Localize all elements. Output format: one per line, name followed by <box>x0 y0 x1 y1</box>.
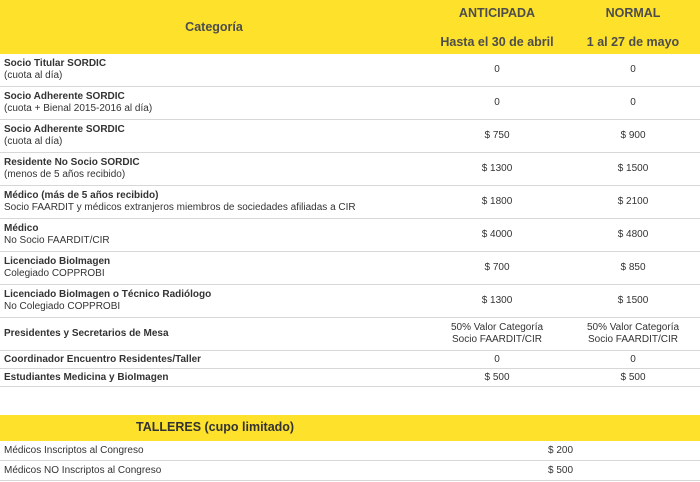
price-normal: $ 1500 <box>566 152 700 186</box>
category-cell: Presidentes y Secretarios de Mesa <box>0 317 428 351</box>
taller-label: Médicos Inscriptos al Congreso <box>0 441 548 461</box>
taller-price: $ 500 <box>548 460 700 481</box>
table-row: Médicos Inscriptos al Congreso $ 200 <box>0 441 700 461</box>
price-anticipada: $ 1300 <box>428 284 566 318</box>
taller-label: Médicos NO Inscriptos al Congreso <box>0 460 548 481</box>
category-subtitle: No Colegiado COPPROBI <box>4 301 121 312</box>
table-header: Categoría ANTICIPADA Hasta el 30 de abri… <box>0 0 700 54</box>
price-normal-line2: Socio FAARDIT/CIR <box>587 334 679 345</box>
category-cell: Residente No Socio SORDIC (menos de 5 añ… <box>0 152 428 186</box>
fees-page: Categoría ANTICIPADA Hasta el 30 de abri… <box>0 0 700 482</box>
table-row: Coordinador Encuentro Residentes/Taller … <box>0 350 700 369</box>
category-title: Socio Adherente SORDIC <box>4 91 125 102</box>
table-row: Presidentes y Secretarios de Mesa 50% Va… <box>0 317 700 351</box>
table-row: Licenciado BioImagen o Técnico Radiólogo… <box>0 284 700 318</box>
category-cell: Médico No Socio FAARDIT/CIR <box>0 218 428 252</box>
taller-price: $ 200 <box>548 441 700 461</box>
category-subtitle: (cuota al día) <box>4 136 63 147</box>
header-normal-label: NORMAL <box>605 5 661 20</box>
price-normal: $ 1500 <box>566 284 700 318</box>
table-row: Médicos NO Inscriptos al Congreso $ 500 <box>0 460 700 481</box>
talleres-table: Médicos Inscriptos al Congreso $ 200 Méd… <box>0 441 700 481</box>
price-normal: 50% Valor Categoría Socio FAARDIT/CIR <box>566 317 700 351</box>
header-anticipada: ANTICIPADA Hasta el 30 de abril <box>428 0 566 54</box>
price-normal: 0 <box>566 54 700 87</box>
talleres-title: TALLERES (cupo limitado) <box>136 420 295 434</box>
price-anticipada: $ 750 <box>428 119 566 153</box>
table-row: Residente No Socio SORDIC (menos de 5 añ… <box>0 152 700 186</box>
header-normal-date: 1 al 27 de mayo <box>586 34 680 49</box>
fees-table: Categoría ANTICIPADA Hasta el 30 de abri… <box>0 0 700 387</box>
category-title: Socio Adherente SORDIC <box>4 124 125 135</box>
price-normal-line1: 50% Valor Categoría <box>586 322 680 333</box>
category-cell: Socio Titular SORDIC (cuota al día) <box>0 54 428 87</box>
price-anticipada-line2: Socio FAARDIT/CIR <box>451 334 543 345</box>
category-cell: Estudiantes Medicina y BioImagen <box>0 368 428 387</box>
category-title: Licenciado BioImagen o Técnico Radiólogo <box>4 289 212 300</box>
price-anticipada: $ 700 <box>428 251 566 285</box>
header-normal: NORMAL 1 al 27 de mayo <box>566 0 700 54</box>
category-title: Estudiantes Medicina y BioImagen <box>4 371 169 383</box>
table-row: Socio Titular SORDIC (cuota al día) 0 0 <box>0 54 700 87</box>
price-anticipada: $ 1300 <box>428 152 566 186</box>
price-anticipada: 0 <box>428 54 566 87</box>
category-title: Licenciado BioImagen <box>4 256 111 267</box>
category-subtitle: (menos de 5 años recibido) <box>4 169 126 180</box>
price-normal: 0 <box>566 350 700 369</box>
talleres-header: TALLERES (cupo limitado) <box>0 415 700 441</box>
table-row: Socio Adherente SORDIC (cuota al día) $ … <box>0 119 700 153</box>
category-subtitle: Socio FAARDIT y médicos extranjeros miem… <box>4 202 356 213</box>
header-anticipada-label: ANTICIPADA <box>458 5 536 20</box>
price-anticipada: $ 1800 <box>428 185 566 219</box>
category-subtitle: (cuota + Bienal 2015-2016 al día) <box>4 103 153 114</box>
price-anticipada: 0 <box>428 86 566 120</box>
price-normal: 0 <box>566 86 700 120</box>
price-normal: $ 2100 <box>566 185 700 219</box>
price-anticipada: 0 <box>428 350 566 369</box>
price-anticipada: 50% Valor Categoría Socio FAARDIT/CIR <box>428 317 566 351</box>
category-title: Presidentes y Secretarios de Mesa <box>4 328 169 339</box>
category-title: Coordinador Encuentro Residentes/Taller <box>4 353 202 365</box>
category-subtitle: No Socio FAARDIT/CIR <box>4 235 110 246</box>
table-row: Estudiantes Medicina y BioImagen $ 500 $… <box>0 368 700 387</box>
category-cell: Socio Adherente SORDIC (cuota al día) <box>0 119 428 153</box>
category-title: Socio Titular SORDIC <box>4 58 107 69</box>
category-cell: Coordinador Encuentro Residentes/Taller <box>0 350 428 369</box>
category-cell: Licenciado BioImagen Colegiado COPPROBI <box>0 251 428 285</box>
table-row: Médico No Socio FAARDIT/CIR $ 4000 $ 480… <box>0 218 700 252</box>
price-normal: $ 900 <box>566 119 700 153</box>
table-row: Socio Adherente SORDIC (cuota + Bienal 2… <box>0 86 700 120</box>
category-title: Médico (más de 5 años recibido) <box>4 190 159 201</box>
category-subtitle: Colegiado COPPROBI <box>4 268 105 279</box>
category-title: Residente No Socio SORDIC <box>4 157 140 168</box>
table-row: Licenciado BioImagen Colegiado COPPROBI … <box>0 251 700 285</box>
price-normal: $ 850 <box>566 251 700 285</box>
price-anticipada: $ 4000 <box>428 218 566 252</box>
category-title: Médico <box>4 223 39 234</box>
category-cell: Socio Adherente SORDIC (cuota + Bienal 2… <box>0 86 428 120</box>
category-cell: Médico (más de 5 años recibido) Socio FA… <box>0 185 428 219</box>
category-subtitle: (cuota al día) <box>4 70 63 81</box>
price-anticipada: $ 500 <box>428 368 566 387</box>
header-anticipada-date: Hasta el 30 de abril <box>440 34 554 49</box>
category-cell: Licenciado BioImagen o Técnico Radiólogo… <box>0 284 428 318</box>
table-row: Médico (más de 5 años recibido) Socio FA… <box>0 185 700 219</box>
price-normal: $ 500 <box>566 368 700 387</box>
header-categoria: Categoría <box>0 0 428 54</box>
price-anticipada-line1: 50% Valor Categoría <box>450 322 544 333</box>
price-normal: $ 4800 <box>566 218 700 252</box>
